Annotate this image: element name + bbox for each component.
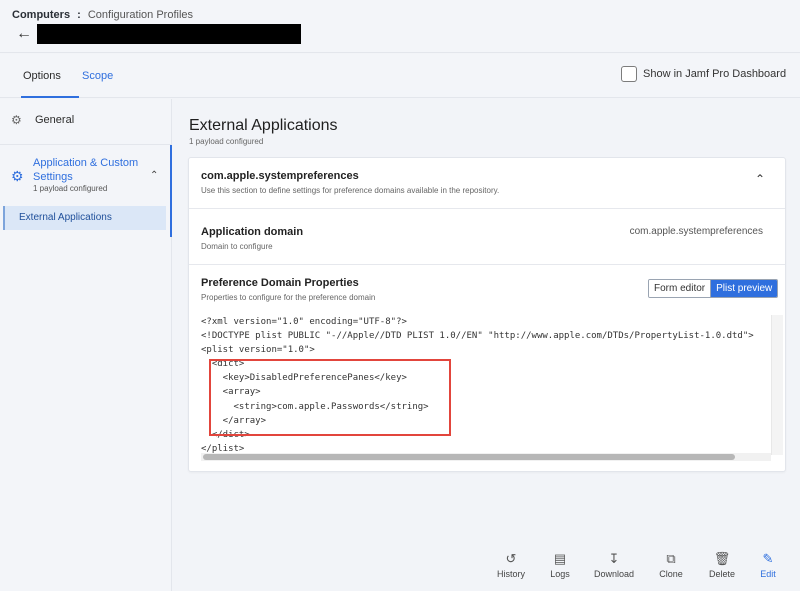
editor-mode-toggle: Form editor Plist preview	[648, 279, 779, 298]
clone-label: Clone	[659, 569, 683, 579]
sidebar-item-app-sub: 1 payload configured	[33, 184, 108, 193]
breadcrumb: Computers : Configuration Profiles	[12, 9, 193, 21]
domain-header-title: com.apple.systempreferences	[201, 170, 359, 182]
pref-properties-desc: Properties to configure for the preferen…	[201, 293, 376, 302]
redacted-profile-name	[37, 24, 301, 44]
vertical-scrollbar[interactable]	[771, 315, 783, 455]
delete-label: Delete	[708, 569, 735, 579]
download-button[interactable]: ↧ Download	[593, 551, 635, 579]
gear-icon: ⚙	[11, 168, 24, 184]
clone-button[interactable]: ⧉ Clone	[657, 551, 685, 579]
app-domain-value: com.apple.systempreferences	[629, 226, 763, 237]
logs-button[interactable]: ▤ Logs	[547, 551, 573, 579]
download-icon: ↧	[608, 551, 620, 566]
trash-icon: 🗑	[713, 551, 731, 566]
divider	[189, 208, 785, 209]
show-in-dashboard: Show in Jamf Pro Dashboard	[621, 66, 786, 82]
history-label: History	[496, 569, 525, 579]
logs-label: Logs	[550, 569, 570, 579]
scrollbar-thumb[interactable]	[203, 454, 735, 460]
domain-header-desc: Use this section to define settings for …	[201, 186, 500, 195]
form-editor-button[interactable]: Form editor	[649, 280, 712, 297]
sidebar-item-general[interactable]: ⚙ General	[11, 113, 74, 127]
divider	[189, 264, 785, 265]
gears-icon: ⚙	[11, 113, 22, 127]
logs-icon: ▤	[553, 551, 567, 566]
tab-scope[interactable]: Scope	[82, 70, 113, 82]
breadcrumb-separator: :	[77, 9, 81, 21]
pref-properties-label: Preference Domain Properties	[201, 277, 359, 289]
clone-icon: ⧉	[666, 551, 676, 566]
sidebar-item-external-applications[interactable]: External Applications	[3, 206, 166, 230]
highlight-box	[209, 359, 451, 436]
sidebar-item-app-label: Application & Custom Settings	[33, 157, 139, 183]
chevron-up-icon[interactable]: ⌃	[755, 172, 765, 186]
sidebar-item-general-label: General	[35, 114, 75, 126]
page-subtitle: 1 payload configured	[189, 137, 264, 146]
horizontal-scrollbar[interactable]	[201, 453, 771, 461]
preference-domain-card: com.apple.systempreferences Use this sec…	[188, 157, 786, 472]
page-header: Computers : Configuration Profiles ←	[0, 0, 800, 53]
breadcrumb-configuration-profiles[interactable]: Configuration Profiles	[88, 9, 193, 21]
edit-button[interactable]: ✎ Edit	[757, 551, 779, 579]
back-arrow-icon[interactable]: ←	[16, 25, 34, 43]
plist-preview-button[interactable]: Plist preview	[711, 280, 778, 297]
pencil-icon: ✎	[762, 551, 774, 566]
main-content: External Applications 1 payload configur…	[173, 99, 800, 591]
active-tab-indicator	[21, 96, 79, 98]
edit-label: Edit	[760, 569, 776, 579]
history-icon: ↺	[505, 551, 517, 566]
tab-options-label: Options	[23, 70, 61, 82]
history-button[interactable]: ↺ History	[496, 551, 526, 579]
tab-options[interactable]: Options	[21, 70, 79, 98]
app-domain-label: Application domain	[201, 226, 304, 238]
chevron-up-icon[interactable]: ⌃	[150, 170, 158, 181]
breadcrumb-computers[interactable]: Computers	[12, 9, 70, 21]
show-in-dashboard-checkbox[interactable]	[621, 66, 637, 82]
page-title: External Applications	[189, 117, 338, 134]
payload-sidebar: ⚙ General ⚙ Application & Custom Setting…	[0, 99, 172, 591]
download-label: Download	[593, 569, 635, 579]
app-domain-desc: Domain to configure	[201, 242, 273, 251]
show-in-dashboard-label: Show in Jamf Pro Dashboard	[643, 68, 787, 80]
delete-button[interactable]: 🗑 Delete	[707, 551, 737, 579]
bottom-toolbar: ↺ History ▤ Logs ↧ Download ⧉ Clone 🗑 De…	[487, 551, 787, 581]
tabs-bar: Options Scope Show in Jamf Pro Dashboard	[0, 54, 800, 98]
